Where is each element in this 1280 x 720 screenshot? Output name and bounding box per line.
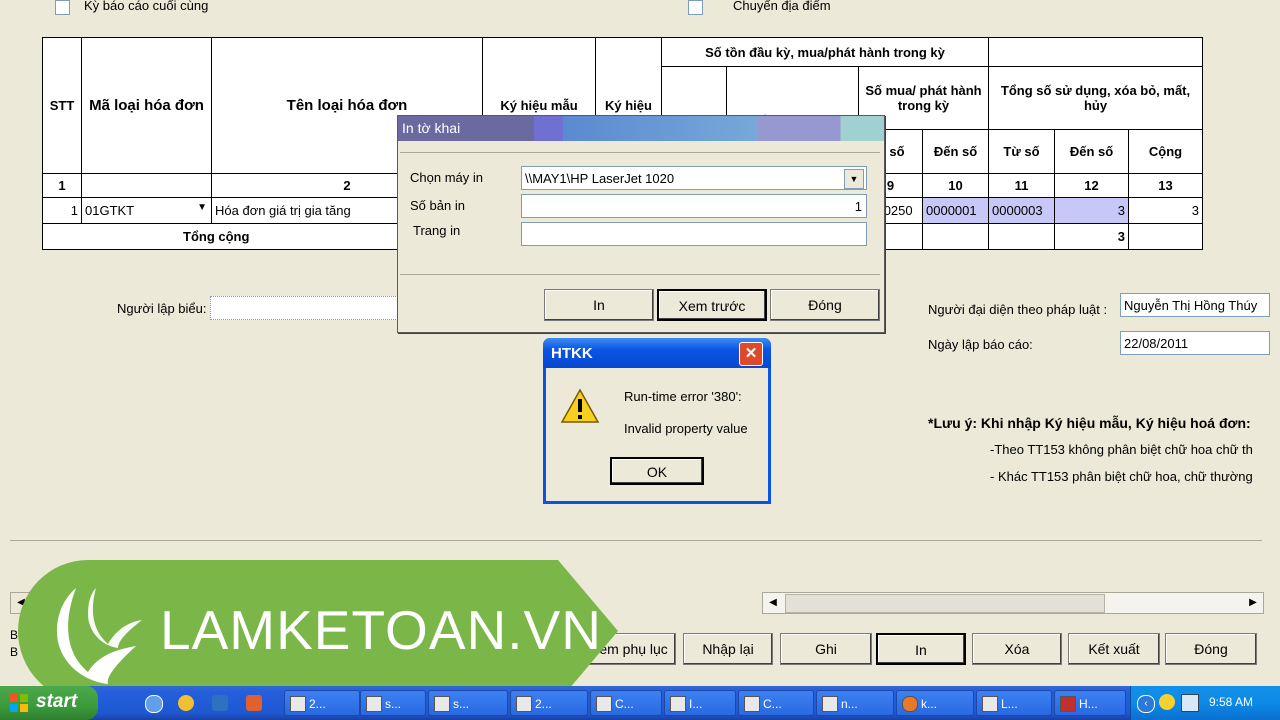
invoice-code-select[interactable]: 01GTKT ▼ [81,197,212,224]
taskbar-item[interactable]: 2... [284,690,360,716]
start-label: start [36,691,78,712]
status-stub-b: B [10,645,19,659]
preview-button[interactable]: Xem trước [657,289,767,321]
warning-icon [560,388,600,423]
quick-launch-icon[interactable] [178,695,194,711]
scroll-left-arrow-icon[interactable]: ◀ [763,593,783,613]
scroll-right-arrow-icon[interactable]: ▶ [1243,593,1263,613]
clock: 9:58 AM [1209,695,1254,709]
close-button[interactable]: Đóng [1165,633,1257,665]
delete-button[interactable]: Xóa [972,633,1062,665]
status-stub-a: B [10,628,19,642]
print-dialog: In tờ khai Chọn máy in \\MAY1\HP LaserJe… [397,115,885,333]
print-dialog-titlebar[interactable]: In tờ khai [398,116,884,141]
taskbar-item[interactable]: H... [1054,690,1126,716]
error-line-1: Run-time error '380': [624,389,742,404]
chevron-down-icon[interactable]: ▼ [844,169,864,189]
header-invoice-code: Mã loại hóa đơn [81,37,212,174]
quick-launch-ie-icon[interactable] [145,695,163,713]
legal-rep-field[interactable]: Nguyễn Thị Hồng Thúy [1120,293,1270,317]
watermark-brand: LAMKETOAN.VN [160,599,602,661]
report-date-label: Ngày lập báo cáo: [928,337,1033,352]
horizontal-scrollbar[interactable]: ◀ ▶ [762,592,1264,614]
error-dialog: HTKK ✕ Run-time error '380': Invalid pro… [543,338,771,504]
relocation-checkbox[interactable] [688,0,703,15]
final-report-label: Kỳ báo cáo cuối cùng [84,0,209,13]
quick-launch-icon[interactable] [212,695,228,711]
index-cell: 1 [42,173,82,198]
quick-launch-icon[interactable] [246,695,262,711]
index-cell: 11 [988,173,1055,198]
header-used-from: Từ số [988,129,1055,174]
pages-field[interactable] [521,222,867,246]
index-cell: 12 [1054,173,1129,198]
used-total-cell[interactable]: 3 [1054,197,1129,224]
taskbar-item[interactable]: k... [896,690,974,716]
taskbar: start 2... s... s... 2... C... I... C...… [0,686,1280,720]
taskbar-item[interactable]: n... [816,690,894,716]
taskbar-item[interactable]: I... [664,690,736,716]
taskbar-item[interactable]: s... [428,690,508,716]
divider [10,540,1262,541]
header-used-total: Cộng [1128,129,1203,174]
preparer-label: Người lập biểu: [117,301,207,316]
notes-title: *Lưu ý: Khi nhập Ký hiệu mẫu, Ký hiệu ho… [928,415,1251,431]
final-report-checkbox[interactable] [55,0,70,15]
print-button[interactable]: In [876,633,966,665]
emoticon-icon[interactable] [1159,694,1175,710]
header-used-to: Đến số [1054,129,1129,174]
taskbar-item[interactable]: C... [590,690,662,716]
taskbar-item[interactable]: s... [360,690,426,716]
print-dialog-title: In tờ khai [402,120,461,136]
dialog-print-button[interactable]: In [544,289,654,321]
header-stt: STT [42,37,82,174]
row-stt: 1 [42,197,82,224]
used-from-cell[interactable]: 0000001 [922,197,989,224]
header-used-group: Tổng số sử dụng, xóa bỏ, mất, hủy [988,66,1203,130]
export-button[interactable]: Kết xuất [1068,633,1160,665]
total-value: 3 [1054,223,1129,250]
reenter-button[interactable]: Nhập lại [683,633,773,665]
invoice-code-value: 01GTKT [85,203,135,218]
report-date-field[interactable]: 22/08/2011 [1120,331,1270,355]
printer-select[interactable]: \\MAY1\HP LaserJet 1020 ▼ [521,166,867,190]
error-dialog-titlebar[interactable]: HTKK ✕ [543,338,771,368]
index-cell: 10 [922,173,989,198]
copies-label: Số bản in [410,198,465,213]
chevron-down-icon[interactable]: ▼ [197,202,207,213]
copies-field[interactable]: 1 [521,194,867,218]
printer-label: Chọn máy in [410,170,483,185]
notes-line-1: -Theo TT153 không phân biệt chữ hoa chữ … [990,442,1253,457]
notes-line-2: - Khác TT153 phân biệt chữ hoa, chữ thườ… [990,469,1253,484]
relocation-label: Chuyển địa điểm [733,0,831,13]
legal-rep-label: Người đại diện theo pháp luật : [928,302,1108,317]
close-icon[interactable]: ✕ [739,342,763,366]
header-to: Đến số [922,129,989,174]
taskbar-item[interactable]: L... [976,690,1052,716]
ok-button[interactable]: OK [610,457,704,485]
error-dialog-title: HTKK [551,345,593,362]
qty-used-cell[interactable]: 3 [1128,197,1203,224]
index-cell: 13 [1128,173,1203,198]
scrollbar-thumb[interactable] [785,594,1105,613]
save-button[interactable]: Ghi [780,633,872,665]
used-to-cell[interactable]: 0000003 [988,197,1055,224]
start-button[interactable]: start [0,686,98,720]
tray-expand-icon[interactable]: ‹ [1137,695,1155,713]
network-icon[interactable] [1181,694,1199,712]
pages-label: Trang in [413,223,461,238]
system-tray: ‹ 9:58 AM [1130,686,1280,720]
printer-value: \\MAY1\HP LaserJet 1020 [525,171,675,186]
preparer-field[interactable] [210,296,400,320]
error-line-2: Invalid property value [624,421,748,436]
taskbar-item[interactable]: 2... [510,690,588,716]
header-opening-group: Số tồn đầu kỳ, mua/phát hành trong kỳ [661,37,989,67]
dialog-close-button[interactable]: Đóng [770,289,880,321]
taskbar-item[interactable]: C... [738,690,814,716]
windows-logo-icon [10,694,28,712]
